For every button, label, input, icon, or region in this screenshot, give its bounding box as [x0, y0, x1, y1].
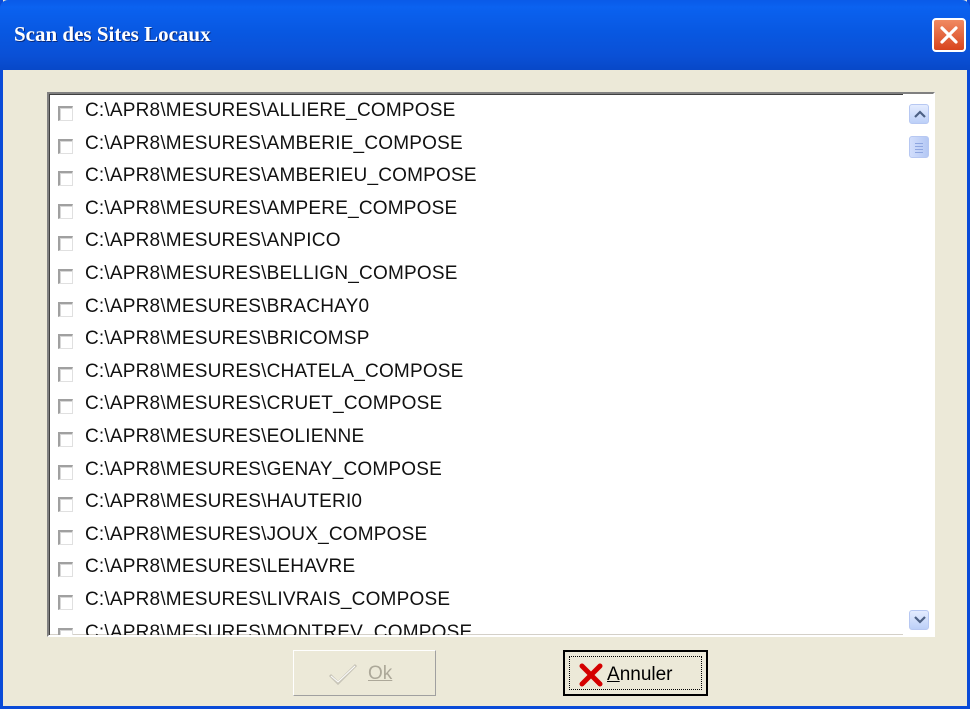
checkbox[interactable]: [58, 138, 73, 154]
list-item-label: C:\APR8\MESURES\ANPICO: [85, 230, 341, 252]
ok-button-label: Ok: [368, 663, 393, 684]
list-item-label: C:\APR8\MESURES\LEHAVRE: [85, 556, 356, 578]
list-item-label: C:\APR8\MESURES\EOLIENNE: [85, 425, 365, 447]
chevron-up-icon: [914, 110, 926, 118]
checkbox[interactable]: [58, 562, 73, 578]
list-item-label: C:\APR8\MESURES\LIVRAIS_COMPOSE: [85, 588, 451, 610]
list-item[interactable]: C:\APR8\MESURES\LIVRAIS_COMPOSE: [53, 589, 903, 622]
checkbox[interactable]: [58, 236, 73, 252]
list-item-label: C:\APR8\MESURES\CHATELA_COMPOSE: [85, 360, 464, 382]
list-item[interactable]: C:\APR8\MESURES\AMPERE_COMPOSE: [53, 198, 903, 231]
checkbox[interactable]: [58, 171, 73, 187]
list-item-label: C:\APR8\MESURES\AMBERIE_COMPOSE: [85, 132, 463, 154]
cancel-button[interactable]: Annuler: [563, 650, 708, 696]
checkbox[interactable]: [58, 464, 73, 480]
checkmark-icon: [328, 663, 358, 686]
checkbox[interactable]: [58, 594, 73, 610]
list-item-label: C:\APR8\MESURES\HAUTERI0: [85, 491, 363, 513]
cancel-button-label: Annuler: [607, 664, 673, 686]
scroll-thumb-grip: [915, 143, 923, 144]
list-item-label: C:\APR8\MESURES\CRUET_COMPOSE: [85, 393, 443, 415]
scroll-down-button[interactable]: [909, 610, 929, 630]
list-item[interactable]: C:\APR8\MESURES\CHATELA_COMPOSE: [53, 361, 903, 394]
list-item[interactable]: C:\APR8\MESURES\MONTREV_COMPOSE: [53, 621, 903, 637]
checkbox[interactable]: [58, 334, 73, 350]
scroll-thumb-grip: [915, 146, 923, 147]
list-item-label: C:\APR8\MESURES\JOUX_COMPOSE: [85, 523, 428, 545]
site-checklist[interactable]: C:\APR8\MESURES\ALLIERE_COMPOSE C:\APR8\M…: [47, 92, 935, 637]
list-item[interactable]: C:\APR8\MESURES\AMBERIEU_COMPOSE: [53, 165, 903, 198]
checkbox[interactable]: [58, 203, 73, 219]
checkbox[interactable]: [58, 627, 73, 635]
checkbox[interactable]: [58, 529, 73, 545]
dialog-window: Scan des Sites Locaux C:\APR8\MESURES\AL…: [0, 0, 970, 709]
checkbox[interactable]: [58, 106, 73, 121]
list-item[interactable]: C:\APR8\MESURES\EOLIENNE: [53, 426, 903, 459]
list-item-label: C:\APR8\MESURES\ALLIERE_COMPOSE: [85, 100, 456, 121]
red-x-icon: [579, 663, 603, 687]
cancel-accelerator-key: A: [607, 664, 620, 685]
list-item-label: C:\APR8\MESURES\AMPERE_COMPOSE: [85, 197, 458, 219]
list-item[interactable]: C:\APR8\MESURES\ANPICO: [53, 230, 903, 263]
list-item-label: C:\APR8\MESURES\GENAY_COMPOSE: [85, 458, 443, 480]
scroll-thumb-grip: [915, 149, 923, 150]
vertical-scrollbar[interactable]: [903, 94, 933, 635]
list-item[interactable]: C:\APR8\MESURES\HAUTERI0: [53, 491, 903, 524]
checkbox[interactable]: [58, 497, 73, 513]
scroll-up-button[interactable]: [909, 104, 929, 124]
checkbox[interactable]: [58, 268, 73, 284]
close-icon: [940, 26, 958, 44]
window-title: Scan des Sites Locaux: [14, 22, 211, 46]
list-item-label: C:\APR8\MESURES\BRICOMSP: [85, 328, 370, 350]
ok-button[interactable]: Ok: [293, 650, 436, 696]
list-item[interactable]: C:\APR8\MESURES\GENAY_COMPOSE: [53, 459, 903, 492]
list-item[interactable]: C:\APR8\MESURES\BELLIGN_COMPOSE: [53, 263, 903, 296]
checkbox[interactable]: [58, 366, 73, 382]
list-item[interactable]: C:\APR8\MESURES\ALLIERE_COMPOSE: [53, 100, 903, 133]
list-item-label: C:\APR8\MESURES\BELLIGN_COMPOSE: [85, 262, 458, 284]
checkbox[interactable]: [58, 431, 73, 447]
scroll-thumb[interactable]: [909, 136, 929, 158]
list-item[interactable]: C:\APR8\MESURES\BRACHAY0: [53, 296, 903, 329]
list-item[interactable]: C:\APR8\MESURES\LEHAVRE: [53, 556, 903, 589]
title-bar[interactable]: Scan des Sites Locaux: [0, 0, 970, 70]
scroll-thumb-grip: [915, 152, 923, 153]
site-list-items: C:\APR8\MESURES\ALLIERE_COMPOSE C:\APR8\M…: [53, 100, 903, 637]
cancel-label-rest: nnuler: [619, 664, 673, 685]
list-item[interactable]: C:\APR8\MESURES\CRUET_COMPOSE: [53, 393, 903, 426]
list-item[interactable]: C:\APR8\MESURES\AMBERIE_COMPOSE: [53, 133, 903, 166]
checkbox[interactable]: [58, 399, 73, 415]
list-item-label: C:\APR8\MESURES\MONTREV_COMPOSE: [85, 621, 473, 637]
close-button[interactable]: [932, 18, 966, 52]
checkbox[interactable]: [58, 301, 73, 317]
list-item-label: C:\APR8\MESURES\BRACHAY0: [85, 295, 370, 317]
chevron-down-icon: [914, 616, 926, 624]
list-item-label: C:\APR8\MESURES\AMBERIEU_COMPOSE: [85, 165, 477, 187]
list-item[interactable]: C:\APR8\MESURES\JOUX_COMPOSE: [53, 524, 903, 557]
list-item[interactable]: C:\APR8\MESURES\BRICOMSP: [53, 328, 903, 361]
